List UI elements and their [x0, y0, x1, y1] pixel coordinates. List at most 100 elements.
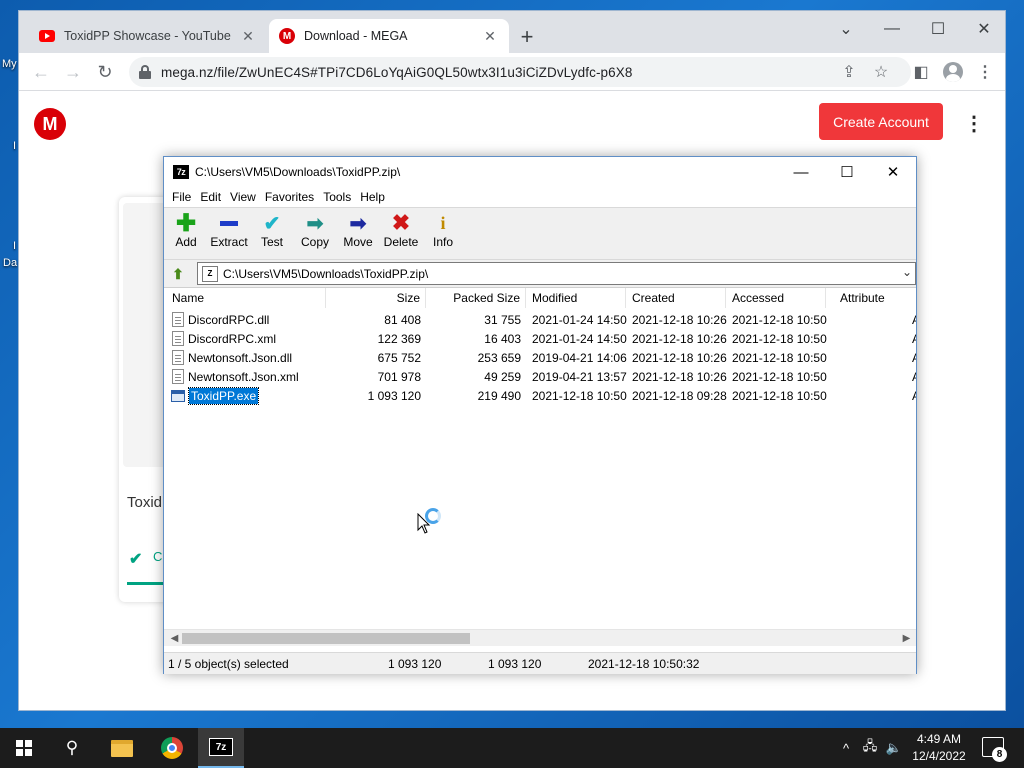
scroll-left-icon[interactable]: ◀ — [166, 630, 183, 647]
clock-time: 4:49 AM — [916, 732, 962, 746]
table-row[interactable]: Newtonsoft.Json.dll 675 752 253 659 2019… — [164, 348, 916, 367]
table-row-selected[interactable]: ToxidPP.exe 1 093 120 219 490 2021-12-18… — [164, 386, 916, 405]
desktop-icon-label[interactable]: I — [13, 240, 16, 252]
exe-icon — [171, 389, 185, 402]
chevron-up-icon[interactable]: ^ — [836, 728, 856, 768]
mega-icon: M — [279, 28, 295, 44]
volume-icon[interactable]: 🔈 — [882, 728, 906, 768]
tab-youtube[interactable]: ToxidPP Showcase - YouTube ✕ — [29, 19, 267, 53]
file-icon — [172, 312, 184, 327]
extract-button[interactable]: Extract — [207, 212, 251, 258]
minimize-button[interactable]: — — [869, 15, 915, 43]
test-button[interactable]: ✔ Test — [250, 212, 294, 258]
horizontal-scrollbar[interactable]: ◀ ▶ — [164, 629, 916, 646]
reload-icon[interactable]: ↻ — [91, 58, 119, 86]
menu-tools[interactable]: Tools — [319, 190, 355, 204]
clock[interactable]: 4:49 AM 12/4/2022 — [904, 731, 974, 765]
side-panel-icon[interactable]: ◧ — [906, 57, 936, 87]
file-name: ToxidPP.exe — [187, 386, 260, 405]
column-created[interactable]: Created — [626, 288, 726, 308]
close-tab-icon[interactable]: ✕ — [239, 27, 257, 45]
minus-icon — [217, 212, 241, 234]
menu-favorites[interactable]: Favorites — [261, 190, 318, 204]
column-attributes[interactable]: Attribute — [826, 288, 916, 308]
create-account-button[interactable]: Create Account — [819, 103, 943, 140]
search-icon[interactable]: ⚲ — [50, 728, 94, 768]
menu-help[interactable]: Help — [356, 190, 389, 204]
desktop-icon-label[interactable]: My — [2, 58, 17, 70]
lock-icon[interactable] — [139, 65, 151, 79]
forward-icon[interactable]: → — [59, 58, 87, 86]
chevron-down-icon[interactable]: ⌄ — [902, 265, 912, 279]
close-tab-icon[interactable]: ✕ — [481, 27, 499, 45]
copy-button[interactable]: ➡ Copy — [293, 212, 337, 258]
path-text[interactable]: C:\Users\VM5\Downloads\ToxidPP.zip\ — [223, 267, 428, 281]
bookmark-star-icon[interactable]: ☆ — [866, 57, 896, 87]
column-accessed[interactable]: Accessed — [726, 288, 826, 308]
chrome-menu-icon[interactable]: ⋮ — [970, 57, 1000, 87]
windows-icon — [16, 740, 32, 756]
file-accessed: 2021-12-18 10:50 — [732, 331, 827, 346]
selection-packed-size: 1 093 120 — [488, 657, 542, 671]
add-button[interactable]: ✚ Add — [164, 210, 208, 258]
file-name: Newtonsoft.Json.dll — [188, 350, 293, 365]
column-size[interactable]: Size — [326, 288, 426, 308]
menu-file[interactable]: File — [168, 190, 195, 204]
scroll-right-icon[interactable]: ▶ — [898, 630, 915, 647]
column-modified[interactable]: Modified — [526, 288, 626, 308]
tab-mega[interactable]: M Download - MEGA ✕ — [269, 19, 509, 53]
selection-count: 1 / 5 object(s) selected — [168, 657, 289, 671]
file-modified: 2021-12-18 10:50 — [532, 388, 627, 403]
start-button[interactable] — [0, 728, 48, 768]
column-packed-size[interactable]: Packed Size — [426, 288, 526, 308]
taskbar-chrome[interactable] — [150, 728, 194, 768]
network-icon[interactable]: 🖧 — [858, 728, 882, 768]
mega-logo[interactable]: M — [34, 108, 66, 140]
address-bar[interactable]: mega.nz/file/ZwUnEC4S#TPi7CD6LoYqAiG0QL5… — [129, 57, 911, 87]
tab-strip: ToxidPP Showcase - YouTube ✕ M Download … — [19, 11, 1005, 53]
info-button[interactable]: i Info — [421, 212, 465, 258]
table-row[interactable]: DiscordRPC.dll 81 408 31 755 2021-01-24 … — [164, 310, 916, 329]
maximize-button[interactable]: ☐ — [824, 157, 870, 187]
tab-search-icon[interactable]: ⌄ — [823, 15, 869, 43]
file-packed-size: 219 490 — [477, 388, 521, 403]
file-accessed: 2021-12-18 10:50 — [732, 350, 827, 365]
close-button[interactable]: ✕ — [870, 157, 916, 187]
url-text[interactable]: mega.nz/file/ZwUnEC4S#TPi7CD6LoYqAiG0QL5… — [161, 65, 632, 80]
download-status: C — [153, 549, 163, 564]
menu-bar: File Edit View Favorites Tools Help — [164, 187, 916, 207]
file-name: Newtonsoft.Json.xml — [188, 369, 299, 384]
close-window-button[interactable]: ✕ — [961, 15, 1005, 43]
path-combobox[interactable]: Z C:\Users\VM5\Downloads\ToxidPP.zip\ ⌄ — [197, 262, 916, 285]
up-folder-icon[interactable]: ⬆ — [168, 264, 188, 284]
avatar-icon — [943, 62, 963, 82]
selection-size: 1 093 120 — [388, 657, 442, 671]
scroll-thumb[interactable] — [182, 633, 470, 644]
status-bar: 1 / 5 object(s) selected 1 093 120 1 093… — [164, 652, 916, 674]
file-size: 81 408 — [384, 312, 421, 327]
zip-file-icon: Z — [202, 265, 218, 282]
column-name[interactable]: Name — [164, 288, 326, 308]
desktop-icon-label[interactable]: I — [13, 140, 16, 152]
new-tab-button[interactable]: + — [515, 25, 539, 49]
minimize-button[interactable]: — — [778, 157, 824, 187]
file-icon — [172, 331, 184, 346]
file-created: 2021-12-18 10:26 — [632, 331, 727, 346]
table-row[interactable]: DiscordRPC.xml 122 369 16 403 2021-01-24… — [164, 329, 916, 348]
profile-button[interactable] — [938, 57, 968, 87]
menu-edit[interactable]: Edit — [196, 190, 225, 204]
back-icon[interactable]: ← — [27, 58, 55, 86]
file-packed-size: 31 755 — [484, 312, 521, 327]
desktop-icon-label[interactable]: Da — [3, 257, 17, 269]
menu-view[interactable]: View — [226, 190, 260, 204]
address-row: ⬆ Z C:\Users\VM5\Downloads\ToxidPP.zip\ … — [164, 260, 916, 287]
table-row[interactable]: Newtonsoft.Json.xml 701 978 49 259 2019-… — [164, 367, 916, 386]
taskbar-file-explorer[interactable] — [100, 728, 144, 768]
file-created: 2021-12-18 10:26 — [632, 350, 727, 365]
move-button[interactable]: ➡ Move — [336, 212, 380, 258]
taskbar-7zip[interactable]: 7z — [198, 728, 244, 768]
more-menu-icon[interactable]: ⋮ — [964, 112, 984, 135]
delete-button[interactable]: ✖ Delete — [379, 210, 423, 258]
share-icon[interactable]: ⇪ — [834, 57, 864, 87]
maximize-button[interactable]: ☐ — [915, 15, 961, 43]
